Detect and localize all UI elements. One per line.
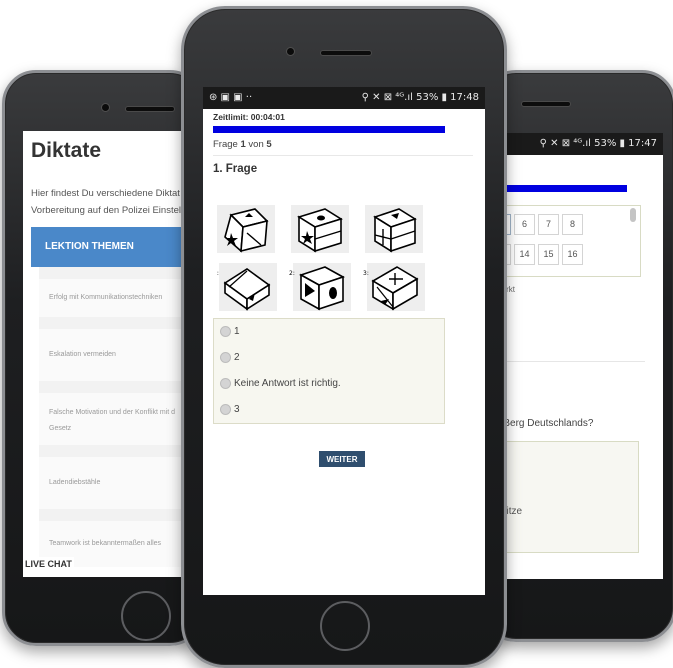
lesson-item[interactable]: Ladendiebstähle	[39, 457, 201, 509]
question-nav-14[interactable]: 14	[514, 244, 535, 265]
question-nav-6[interactable]: 6	[514, 214, 535, 235]
option-label: Keine Antwort ist richtig.	[234, 378, 341, 390]
option-label: 2	[234, 352, 240, 364]
front-camera	[286, 47, 295, 56]
time-progress-bar	[213, 126, 445, 133]
status-icons: ⚲ ✕ ⊠ ⁴ᴳ.ıl 53% ▮ 17:48	[361, 92, 479, 103]
divider	[495, 361, 645, 362]
cube-reference-3	[365, 205, 423, 253]
question-nav-7[interactable]: 7	[538, 214, 559, 235]
next-button[interactable]: WEITER	[319, 451, 365, 467]
option-label: 1:	[217, 270, 219, 277]
home-button	[320, 601, 370, 651]
cube-option-3	[367, 263, 425, 311]
front-camera	[101, 103, 110, 112]
home-button	[121, 591, 171, 641]
answer-option-none[interactable]: Keine Antwort ist richtig.	[220, 378, 341, 389]
lesson-item[interactable]: Eskalation vermeiden	[39, 329, 201, 381]
lesson-item[interactable]: Erfolg mit Kommunikationstechniken	[39, 279, 201, 317]
question-navigator: 5 6 7 8 13 14 15 16	[485, 205, 641, 277]
question-nav-8[interactable]: 8	[562, 214, 583, 235]
page-title: Diktate	[31, 139, 102, 162]
answer-option-2[interactable]: 2	[220, 352, 240, 363]
radio-button[interactable]	[220, 352, 231, 363]
radio-button[interactable]	[220, 326, 231, 337]
answer-option-3[interactable]: 3	[220, 404, 240, 415]
status-bar: ⚲ ✕ ⊠ ⁴ᴳ.ıl 53% ▮ 17:47	[485, 133, 663, 155]
question-nav-15[interactable]: 15	[538, 244, 559, 265]
question-counter: Frage 1 von 5	[213, 139, 272, 150]
lesson-title: Erfolg mit Kommunikationstechniken	[49, 294, 163, 301]
scrollbar[interactable]	[630, 208, 636, 222]
status-notifications: ⊛ ▣ ▣ ··	[209, 92, 253, 103]
lesson-title: Teamwork ist bekanntermaßen alles	[49, 540, 162, 547]
answer-option-1[interactable]: 1	[220, 326, 240, 337]
divider	[213, 155, 473, 156]
lesson-title-cont: Gesetz	[49, 425, 72, 432]
counter-middle: von	[245, 139, 267, 150]
counter-prefix: Frage	[213, 139, 241, 150]
status-icons: ⚲ ✕ ⊠ ⁴ᴳ.ıl 53% ▮ 17:47	[539, 138, 657, 149]
intro-line: Vorbereitung auf den Polizei Einstell	[31, 205, 184, 216]
status-bar: ⊛ ▣ ▣ ·· ⚲ ✕ ⊠ ⁴ᴳ.ıl 53% ▮ 17:48	[203, 87, 485, 109]
right-phone: ⚲ ✕ ⊠ ⁴ᴳ.ıl 53% ▮ 17:47 5 6 7 8 13 14 15…	[482, 70, 673, 642]
lesson-title: Ladendiebstähle	[49, 479, 101, 486]
answer-options: 1 2 Keine Antwort ist richtig. 3	[213, 318, 445, 424]
question-text: e Berg Deutschlands?	[495, 418, 594, 429]
question-nav-16[interactable]: 16	[562, 244, 583, 265]
time-limit: Zeitlimit: 00:04:01	[213, 112, 285, 122]
cube-option-1	[219, 263, 277, 311]
left-phone: Diktate Hier findest Du verschiedene Dik…	[2, 70, 204, 646]
live-chat-button[interactable]: LIVE CHAT	[23, 557, 74, 571]
left-screen: Diktate Hier findest Du verschiedene Dik…	[23, 131, 201, 577]
speaker	[320, 50, 372, 56]
speaker	[125, 106, 175, 112]
lessons-header: LEKTION THEMEN	[31, 227, 201, 267]
lesson-list: Erfolg mit Kommunikationstechniken Eskal…	[39, 267, 201, 567]
lesson-item[interactable]: Falsche Motivation und der Konflikt mit …	[39, 393, 201, 445]
cube-option-2	[293, 263, 351, 311]
option-label: 1	[234, 326, 240, 338]
intro-text: Hier findest Du verschiedene Diktat Vorb…	[31, 185, 201, 219]
intro-line: Hier findest Du verschiedene Diktat	[31, 188, 180, 199]
answer-box: pf spitze	[485, 441, 639, 553]
option-label: 3	[234, 404, 240, 416]
counter-total: 5	[266, 139, 272, 150]
center-screen: ⊛ ▣ ▣ ·· ⚲ ✕ ⊠ ⁴ᴳ.ıl 53% ▮ 17:48 Zeitlim…	[203, 87, 485, 595]
option-label: 2:	[289, 270, 295, 277]
right-screen: ⚲ ✕ ⊠ ⁴ᴳ.ıl 53% ▮ 17:47 5 6 7 8 13 14 15…	[485, 133, 663, 579]
cube-reference-1	[217, 205, 275, 253]
question-title: 1. Frage	[213, 163, 258, 175]
center-phone: ⊛ ▣ ▣ ·· ⚲ ✕ ⊠ ⁴ᴳ.ıl 53% ▮ 17:48 Zeitlim…	[181, 6, 507, 668]
cube-puzzle: 1: 2: 3:	[213, 205, 427, 316]
speaker	[521, 101, 571, 107]
cube-puzzle-image: 1: 2: 3:	[213, 205, 425, 311]
radio-button[interactable]	[220, 378, 231, 389]
radio-button[interactable]	[220, 404, 231, 415]
option-label: 3:	[363, 270, 369, 277]
cube-reference-2	[291, 205, 349, 253]
lesson-title: Falsche Motivation und der Konflikt mit …	[49, 409, 176, 416]
lesson-title: Eskalation vermeiden	[49, 351, 116, 358]
